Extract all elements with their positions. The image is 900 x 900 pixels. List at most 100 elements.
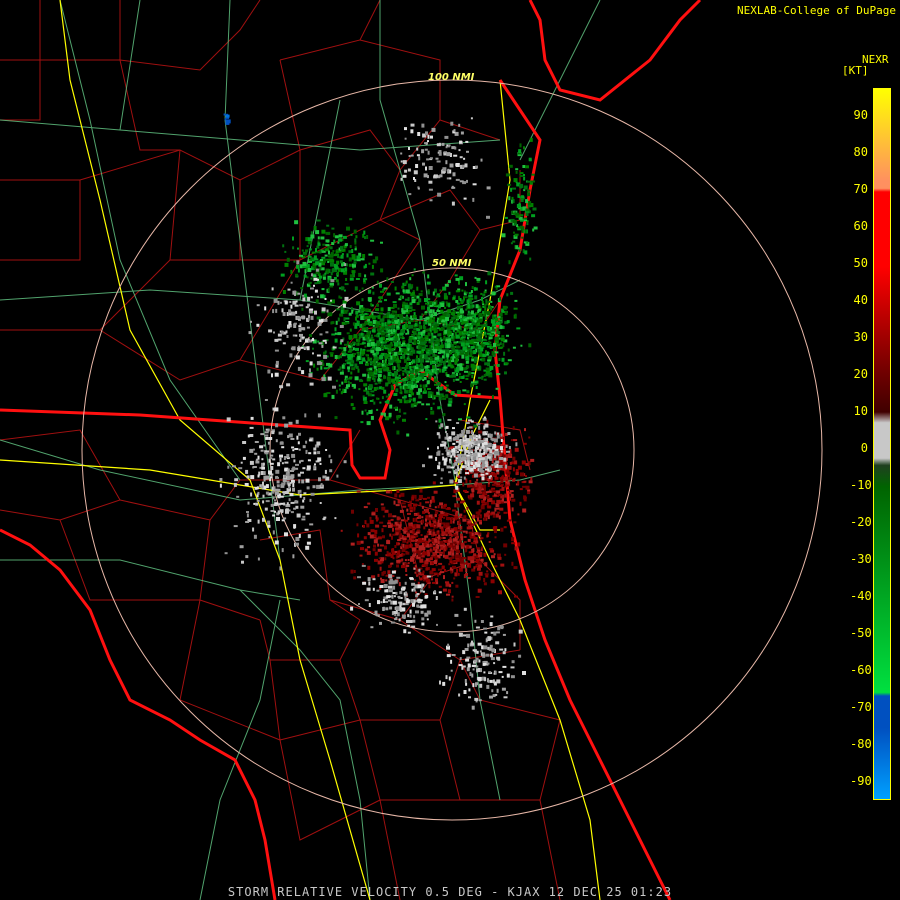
velocity-echo-cell xyxy=(268,536,271,539)
velocity-echo-cell xyxy=(379,585,384,588)
velocity-echo-cell xyxy=(327,261,330,263)
velocity-echo-cell xyxy=(387,344,392,349)
velocity-echo-cell xyxy=(412,315,417,318)
velocity-echo-cell xyxy=(446,517,451,520)
velocity-echo-cell xyxy=(463,509,466,513)
velocity-echo-cell xyxy=(298,533,301,538)
velocity-echo-cell xyxy=(343,353,348,356)
velocity-echo-cell xyxy=(442,355,444,359)
velocity-echo-cell xyxy=(495,322,500,325)
velocity-echo-cell xyxy=(454,613,459,617)
velocity-echo-cell xyxy=(387,522,392,525)
velocity-echo-cell xyxy=(521,226,525,231)
velocity-echo-cell xyxy=(262,494,265,498)
velocity-echo-cell xyxy=(505,445,508,448)
velocity-echo-cell xyxy=(382,515,385,518)
velocity-echo-cell xyxy=(400,152,403,155)
velocity-echo-cell xyxy=(458,529,463,532)
velocity-echo-cell xyxy=(334,253,339,256)
velocity-echo-cell xyxy=(387,320,392,324)
velocity-echo-cell xyxy=(300,287,304,290)
velocity-echo-cell xyxy=(417,345,420,350)
velocity-echo-cell xyxy=(392,351,395,354)
velocity-echo-cell xyxy=(284,250,287,253)
velocity-echo-cell xyxy=(505,454,509,458)
velocity-echo-cell xyxy=(453,437,456,439)
velocity-echo-cell xyxy=(494,565,498,568)
velocity-echo-cell xyxy=(473,287,478,291)
velocity-echo-cell xyxy=(382,599,385,603)
velocity-echo-cell xyxy=(377,548,382,552)
velocity-echo-cell xyxy=(517,465,522,470)
velocity-echo-cell xyxy=(440,309,444,313)
velocity-echo-cell xyxy=(282,290,286,294)
velocity-echo-cell xyxy=(513,307,518,310)
velocity-echo-cell xyxy=(328,277,331,281)
velocity-echo-cell xyxy=(485,472,489,475)
velocity-echo-cell xyxy=(429,557,433,561)
velocity-echo-cell xyxy=(348,250,352,254)
velocity-echo-cell xyxy=(335,389,338,394)
velocity-echo-cell xyxy=(405,349,408,354)
velocity-echo-cell xyxy=(431,332,434,336)
velocity-echo-cell xyxy=(351,362,354,365)
velocity-echo-cell xyxy=(467,304,470,308)
velocity-echo-cell xyxy=(449,479,454,484)
velocity-echo-cell xyxy=(301,249,304,252)
velocity-echo-cell xyxy=(260,471,264,475)
velocity-echo-cell xyxy=(378,296,383,300)
velocity-echo-cell xyxy=(456,322,460,326)
velocity-echo-cell xyxy=(443,295,448,300)
velocity-echo-cell xyxy=(373,365,377,369)
velocity-echo-cell xyxy=(517,193,520,198)
velocity-echo-cell xyxy=(224,118,227,121)
velocity-echo-cell xyxy=(466,316,470,320)
velocity-echo-cell xyxy=(391,550,395,555)
velocity-echo-cell xyxy=(291,446,295,449)
velocity-echo-cell xyxy=(439,349,443,354)
velocity-echo-cell xyxy=(338,295,341,299)
velocity-echo-cell xyxy=(532,207,537,211)
velocity-echo-cell xyxy=(272,490,274,494)
velocity-echo-cell xyxy=(483,425,486,430)
velocity-echo-cell xyxy=(395,292,400,295)
velocity-echo-cell xyxy=(502,325,505,329)
velocity-echo-cell xyxy=(275,423,279,428)
color-scale-tick: -50 xyxy=(850,626,872,640)
velocity-echo-cell xyxy=(443,575,445,580)
velocity-echo-cell xyxy=(368,262,371,265)
velocity-echo-cell xyxy=(447,144,450,148)
velocity-echo-cell xyxy=(429,372,433,376)
velocity-echo-cell xyxy=(349,328,352,332)
velocity-echo-cell xyxy=(466,506,469,510)
velocity-echo-cell xyxy=(446,514,449,517)
velocity-echo-cell xyxy=(486,534,489,538)
velocity-echo-cell xyxy=(340,339,344,343)
velocity-echo-cell xyxy=(245,469,249,474)
velocity-echo-cell xyxy=(454,512,458,517)
velocity-echo-cell xyxy=(496,363,500,367)
velocity-echo-cell xyxy=(461,500,466,503)
velocity-echo-cell xyxy=(403,586,406,590)
velocity-echo-cell xyxy=(370,390,375,393)
velocity-echo-cell xyxy=(315,261,320,266)
velocity-echo-cell xyxy=(501,476,504,479)
velocity-echo-cell xyxy=(478,510,481,514)
velocity-echo-cell xyxy=(512,456,516,461)
velocity-echo-cell xyxy=(425,522,429,525)
velocity-echo-cell xyxy=(486,215,490,219)
velocity-echo-cell xyxy=(327,287,330,292)
velocity-echo-cell xyxy=(471,673,474,678)
velocity-echo-cell xyxy=(359,309,362,314)
velocity-echo-cell xyxy=(453,154,458,157)
velocity-echo-cell xyxy=(463,157,466,160)
velocity-echo-cell xyxy=(380,601,383,604)
velocity-echo-cell xyxy=(358,337,361,339)
velocity-echo-cell xyxy=(349,218,353,221)
velocity-echo-cell xyxy=(495,631,500,634)
velocity-echo-cell xyxy=(339,260,343,264)
velocity-echo-cell xyxy=(491,464,494,467)
velocity-echo-cell xyxy=(471,430,473,435)
velocity-echo-cell xyxy=(460,336,465,339)
velocity-echo-cell xyxy=(407,343,410,348)
